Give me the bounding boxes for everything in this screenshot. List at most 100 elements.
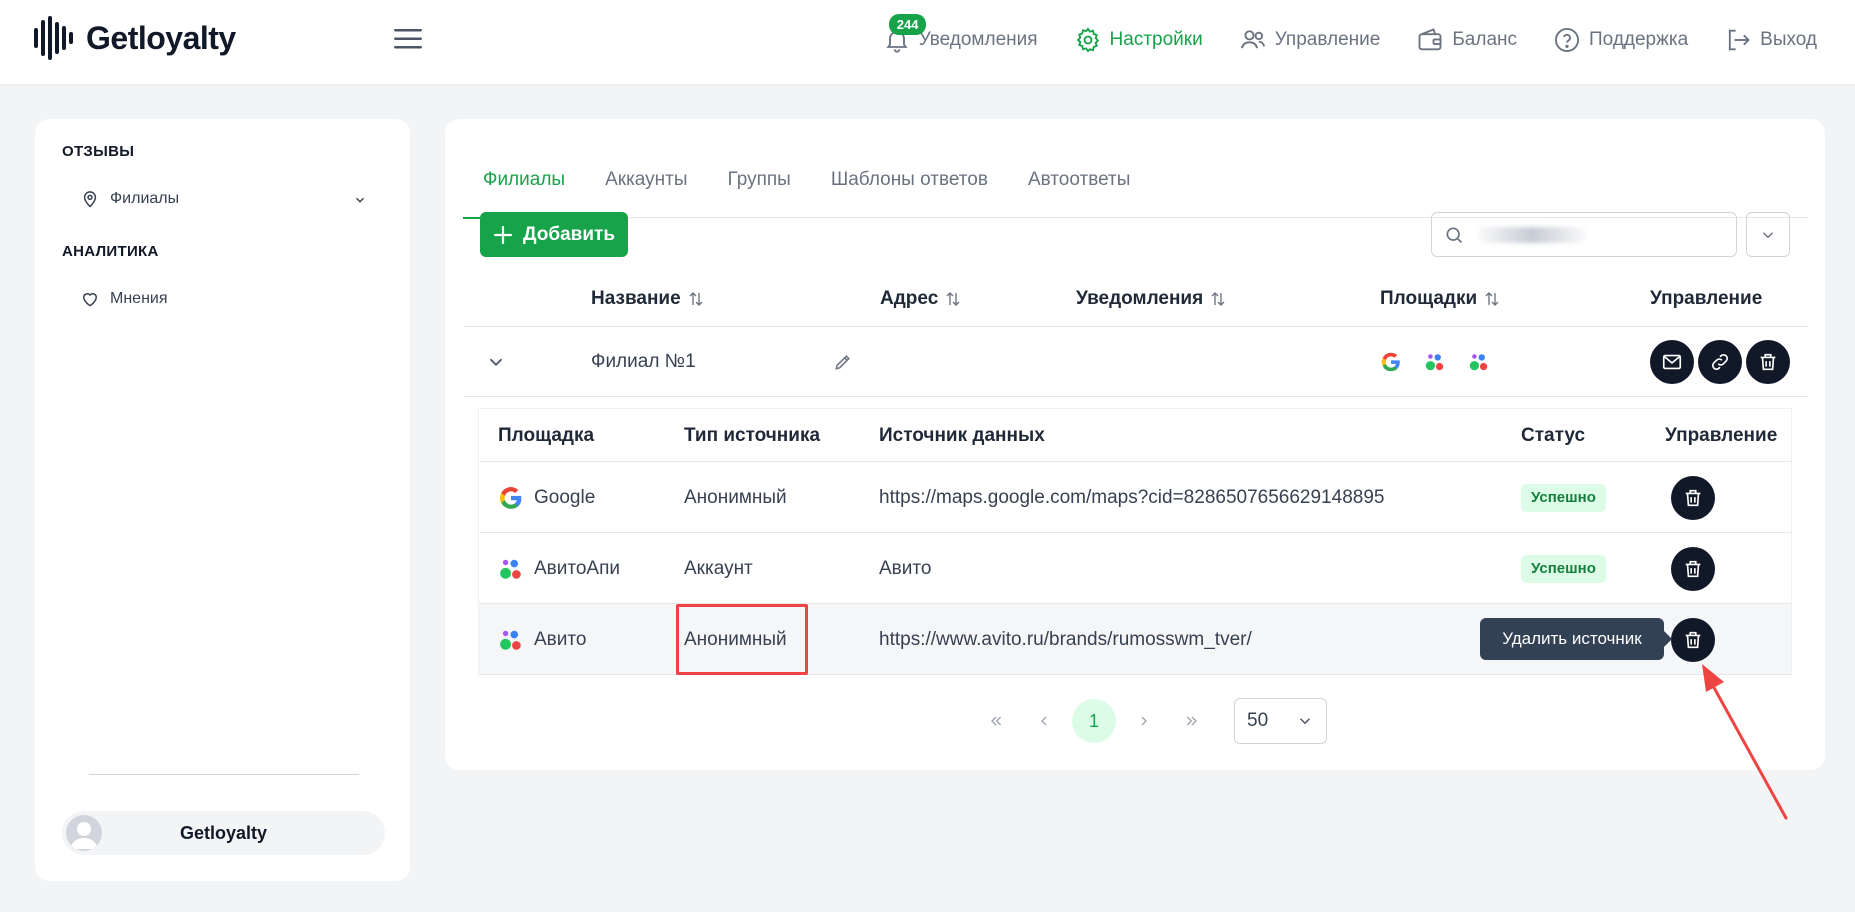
search-blurred-value [1477,227,1587,243]
column-platform: Площадка [498,425,595,446]
source-type: Анонимный [684,487,787,508]
sidebar-item-opinions[interactable]: Мнения [80,289,400,309]
nav-logout[interactable]: Выход [1724,22,1817,58]
pagination: 1 50 [972,698,1327,744]
sort-icon [946,292,960,306]
user-name: Getloyalty [179,822,268,843]
chevron-right-icon [1141,716,1147,726]
sidebar-divider [89,774,359,775]
nav-notifications-label: Уведомления [918,29,1038,50]
source-type: Анонимный [684,629,787,650]
source-platform-label: АвитоАпи [534,558,621,579]
per-page-select[interactable]: 50 [1234,698,1327,744]
status-badge: Успешно [1521,554,1606,583]
column-source-manage: Управление [1665,425,1778,446]
nav-settings-label: Настройки [1109,29,1203,50]
column-platforms[interactable]: Площадки [1380,271,1501,327]
chevron-down-icon[interactable] [485,351,507,373]
table-row[interactable]: Филиал №1 [463,327,1808,397]
delete-source-button[interactable] [1671,475,1715,520]
chevron-down-icon[interactable] [353,193,367,207]
nav-settings[interactable]: Настройки [1074,22,1203,58]
table-row[interactable]: АвитоАпи Аккаунт Авито Успешно [479,533,1791,604]
user-profile[interactable]: Getloyalty [62,811,385,855]
page-number[interactable]: 1 [1072,699,1116,743]
source-platform: Авито [498,604,586,675]
nav-management-label: Управление [1274,29,1381,50]
source-url: https://www.avito.ru/brands/rumosswm_tve… [879,629,1252,650]
source-url: Авито [879,558,932,579]
column-notifications-label: Уведомления [1076,288,1204,309]
trash-icon [1685,489,1701,506]
column-address-label: Адрес [880,288,939,309]
search-box[interactable] [1431,212,1737,257]
sort-icon [689,292,703,306]
tooltip: Удалить источник [1480,618,1672,660]
trash-icon [1760,353,1776,371]
menu-icon[interactable] [394,28,422,50]
delete-branch-button[interactable] [1746,340,1790,384]
next-page-button[interactable] [1120,699,1168,743]
sidebar-section-reviews: ОТЗЫВЫ [62,143,135,160]
column-address[interactable]: Адрес [880,271,962,327]
chevrons-right-icon [1186,716,1197,726]
link-button[interactable] [1698,340,1742,384]
column-name-label: Название [591,288,681,309]
map-pin-icon [83,191,97,208]
main-panel: Филиалы Аккаунты Группы Шаблоны ответов … [445,119,1825,770]
logout-icon [1729,29,1750,51]
last-page-button[interactable] [1168,699,1216,743]
tab-reply-templates[interactable]: Шаблоны ответов [811,155,1008,218]
delete-source-button[interactable] [1671,546,1715,591]
tab-groups[interactable]: Группы [708,155,811,218]
logo-text: Getloyalty [86,19,236,56]
nav-management[interactable]: Управление [1239,22,1381,58]
filter-dropdown-button[interactable] [1746,212,1790,257]
nav-support-label: Поддержка [1589,29,1689,50]
source-url: https://maps.google.com/maps?cid=8286507… [879,487,1385,508]
nav-support[interactable]: Поддержка [1553,22,1688,58]
platform-icons [1380,351,1490,373]
notifications-badge: 244 [888,14,927,35]
search-icon [1446,227,1463,243]
nav-balance[interactable]: Баланс [1416,22,1517,58]
per-page-value: 50 [1247,710,1269,731]
tab-autoreplies[interactable]: Автоответы [1008,155,1150,218]
branch-name: Филиал №1 [591,351,696,372]
nav-balance-label: Баланс [1452,29,1518,50]
sidebar-item-branches[interactable]: Филиалы [80,189,400,209]
tabs: Филиалы Аккаунты Группы Шаблоны ответов … [463,155,1808,219]
column-manage: Управление [1650,271,1762,327]
table-row[interactable]: Google Анонимный https://maps.google.com… [479,462,1791,533]
sidebar-item-branches-label: Филиалы [110,190,180,207]
mail-icon [1662,354,1682,370]
mail-button[interactable] [1650,340,1694,384]
link-icon [1711,353,1729,371]
help-circle-icon [1554,27,1580,53]
gear-icon [1076,27,1099,53]
column-notifications[interactable]: Уведомления [1076,271,1227,327]
add-button[interactable]: Добавить [480,212,628,257]
plus-icon [493,225,513,244]
nav-notifications[interactable]: 244 Уведомления [883,14,1038,58]
tab-accounts[interactable]: Аккаунты [585,155,707,218]
source-platform-label: Google [534,487,596,508]
first-page-button[interactable] [972,699,1020,743]
logo[interactable]: Getloyalty [34,16,236,60]
sort-icon [1485,292,1499,306]
google-icon [1381,352,1400,372]
avito-icon [500,630,521,650]
edit-icon[interactable] [833,352,853,372]
nav-logout-label: Выход [1760,29,1817,50]
delete-source-button[interactable] [1671,617,1715,662]
column-source-type: Тип источника [684,425,821,446]
avito-icon [1425,354,1444,371]
add-button-label: Добавить [522,223,616,245]
column-status: Статус [1521,425,1586,446]
prev-page-button[interactable] [1020,699,1068,743]
chevron-left-icon [1041,716,1047,726]
status-cell: Успешно [1521,462,1606,533]
status-badge: Успешно [1521,483,1606,512]
column-name[interactable]: Название [591,271,705,327]
tab-branches[interactable]: Филиалы [463,155,586,219]
